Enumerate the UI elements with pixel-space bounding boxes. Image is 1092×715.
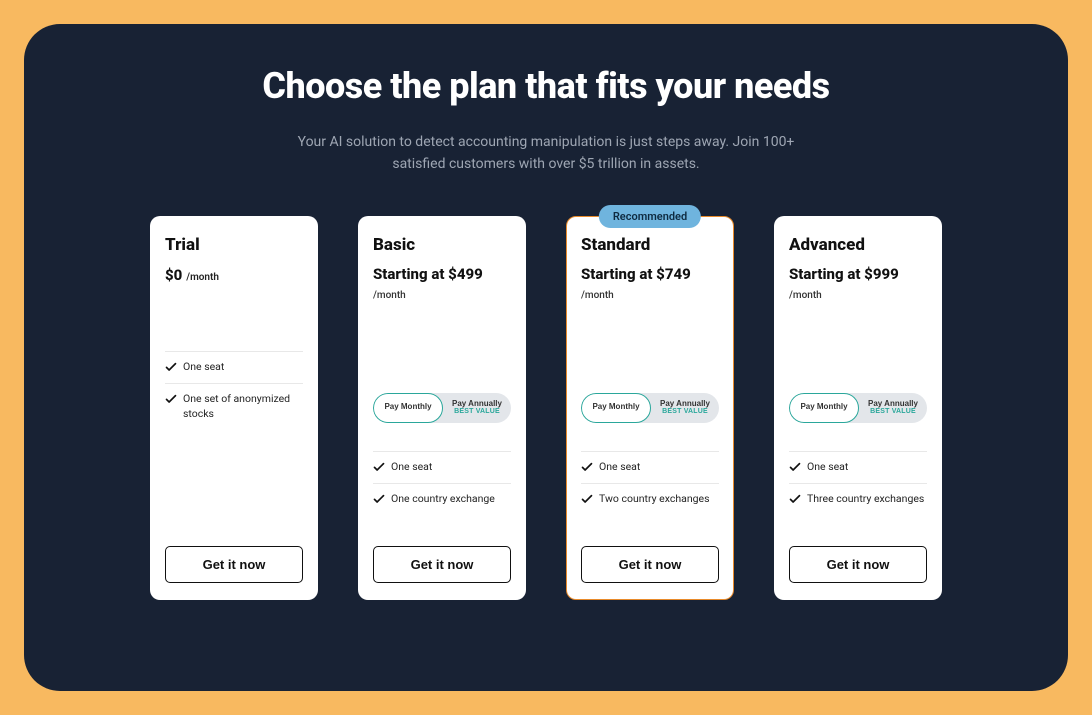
check-icon <box>165 393 177 405</box>
feature-item: Two country exchanges <box>581 483 719 515</box>
plan-name: Trial <box>165 235 303 255</box>
plan-price: $0 /month <box>165 265 303 286</box>
check-icon <box>373 493 385 505</box>
plan-name: Advanced <box>789 235 927 255</box>
pay-monthly-toggle[interactable]: Pay Monthly <box>373 393 443 423</box>
toggle-label: Pay Monthly <box>384 403 431 412</box>
price-period: /month <box>789 290 927 301</box>
plan-name: Standard <box>581 235 719 255</box>
pay-annually-toggle[interactable]: Pay Annually BEST VALUE <box>651 393 719 423</box>
pay-monthly-toggle[interactable]: Pay Monthly <box>789 393 859 423</box>
pay-monthly-toggle[interactable]: Pay Monthly <box>581 393 651 423</box>
best-value-label: BEST VALUE <box>870 408 916 416</box>
pay-annually-toggle[interactable]: Pay Annually BEST VALUE <box>443 393 511 423</box>
check-icon <box>581 461 593 473</box>
pay-annually-toggle[interactable]: Pay Annually BEST VALUE <box>859 393 927 423</box>
price-value: $0 <box>165 266 182 284</box>
get-it-now-button[interactable]: Get it now <box>581 546 719 583</box>
plan-price: Starting at $749 <box>581 265 719 285</box>
feature-item: Three country exchanges <box>789 483 927 515</box>
pricing-cards: Trial $0 /month One seat One set of anon… <box>94 216 998 600</box>
feature-list: One seat One country exchange <box>373 451 511 514</box>
best-value-label: BEST VALUE <box>662 408 708 416</box>
toggle-label: Pay Annually <box>868 400 918 409</box>
price-period: /month <box>581 290 719 301</box>
feature-item: One seat <box>165 351 303 383</box>
feature-item: One set of anonymized stocks <box>165 383 303 429</box>
plan-name: Basic <box>373 235 511 255</box>
best-value-label: BEST VALUE <box>454 408 500 416</box>
get-it-now-button[interactable]: Get it now <box>165 546 303 583</box>
feature-text: One seat <box>183 360 224 375</box>
page-subtitle: Your AI solution to detect accounting ma… <box>276 131 816 176</box>
plan-price: Starting at $499 <box>373 265 511 285</box>
toggle-label: Pay Annually <box>452 400 502 409</box>
check-icon <box>373 461 385 473</box>
billing-toggle: Pay Monthly Pay Annually BEST VALUE <box>789 393 927 423</box>
plan-card-advanced: Advanced Starting at $999 /month Pay Mon… <box>774 216 942 600</box>
toggle-label: Pay Annually <box>660 400 710 409</box>
feature-item: One seat <box>373 451 511 483</box>
feature-text: One seat <box>807 460 848 475</box>
check-icon <box>789 461 801 473</box>
billing-toggle: Pay Monthly Pay Annually BEST VALUE <box>581 393 719 423</box>
check-icon <box>789 493 801 505</box>
price-period: /month <box>373 290 511 301</box>
feature-list: One seat Three country exchanges <box>789 451 927 514</box>
plan-card-standard: Recommended Standard Starting at $749 /m… <box>566 216 734 600</box>
check-icon <box>581 493 593 505</box>
feature-item: One seat <box>789 451 927 483</box>
toggle-label: Pay Monthly <box>592 403 639 412</box>
get-it-now-button[interactable]: Get it now <box>373 546 511 583</box>
feature-list: One seat Two country exchanges <box>581 451 719 514</box>
recommended-badge: Recommended <box>599 205 701 228</box>
feature-text: One set of anonymized stocks <box>183 392 303 421</box>
feature-text: One seat <box>391 460 432 475</box>
feature-item: One seat <box>581 451 719 483</box>
pricing-panel: Choose the plan that fits your needs You… <box>24 24 1068 691</box>
feature-item: One country exchange <box>373 483 511 515</box>
feature-text: Three country exchanges <box>807 492 924 507</box>
get-it-now-button[interactable]: Get it now <box>789 546 927 583</box>
page-title: Choose the plan that fits your needs <box>262 64 829 109</box>
plan-price: Starting at $999 <box>789 265 927 285</box>
feature-text: Two country exchanges <box>599 492 710 507</box>
feature-text: One country exchange <box>391 492 495 507</box>
plan-card-basic: Basic Starting at $499 /month Pay Monthl… <box>358 216 526 600</box>
check-icon <box>165 361 177 373</box>
feature-text: One seat <box>599 460 640 475</box>
plan-card-trial: Trial $0 /month One seat One set of anon… <box>150 216 318 600</box>
feature-list: One seat One set of anonymized stocks <box>165 351 303 429</box>
billing-toggle: Pay Monthly Pay Annually BEST VALUE <box>373 393 511 423</box>
toggle-label: Pay Monthly <box>800 403 847 412</box>
price-suffix: /month <box>186 272 219 283</box>
